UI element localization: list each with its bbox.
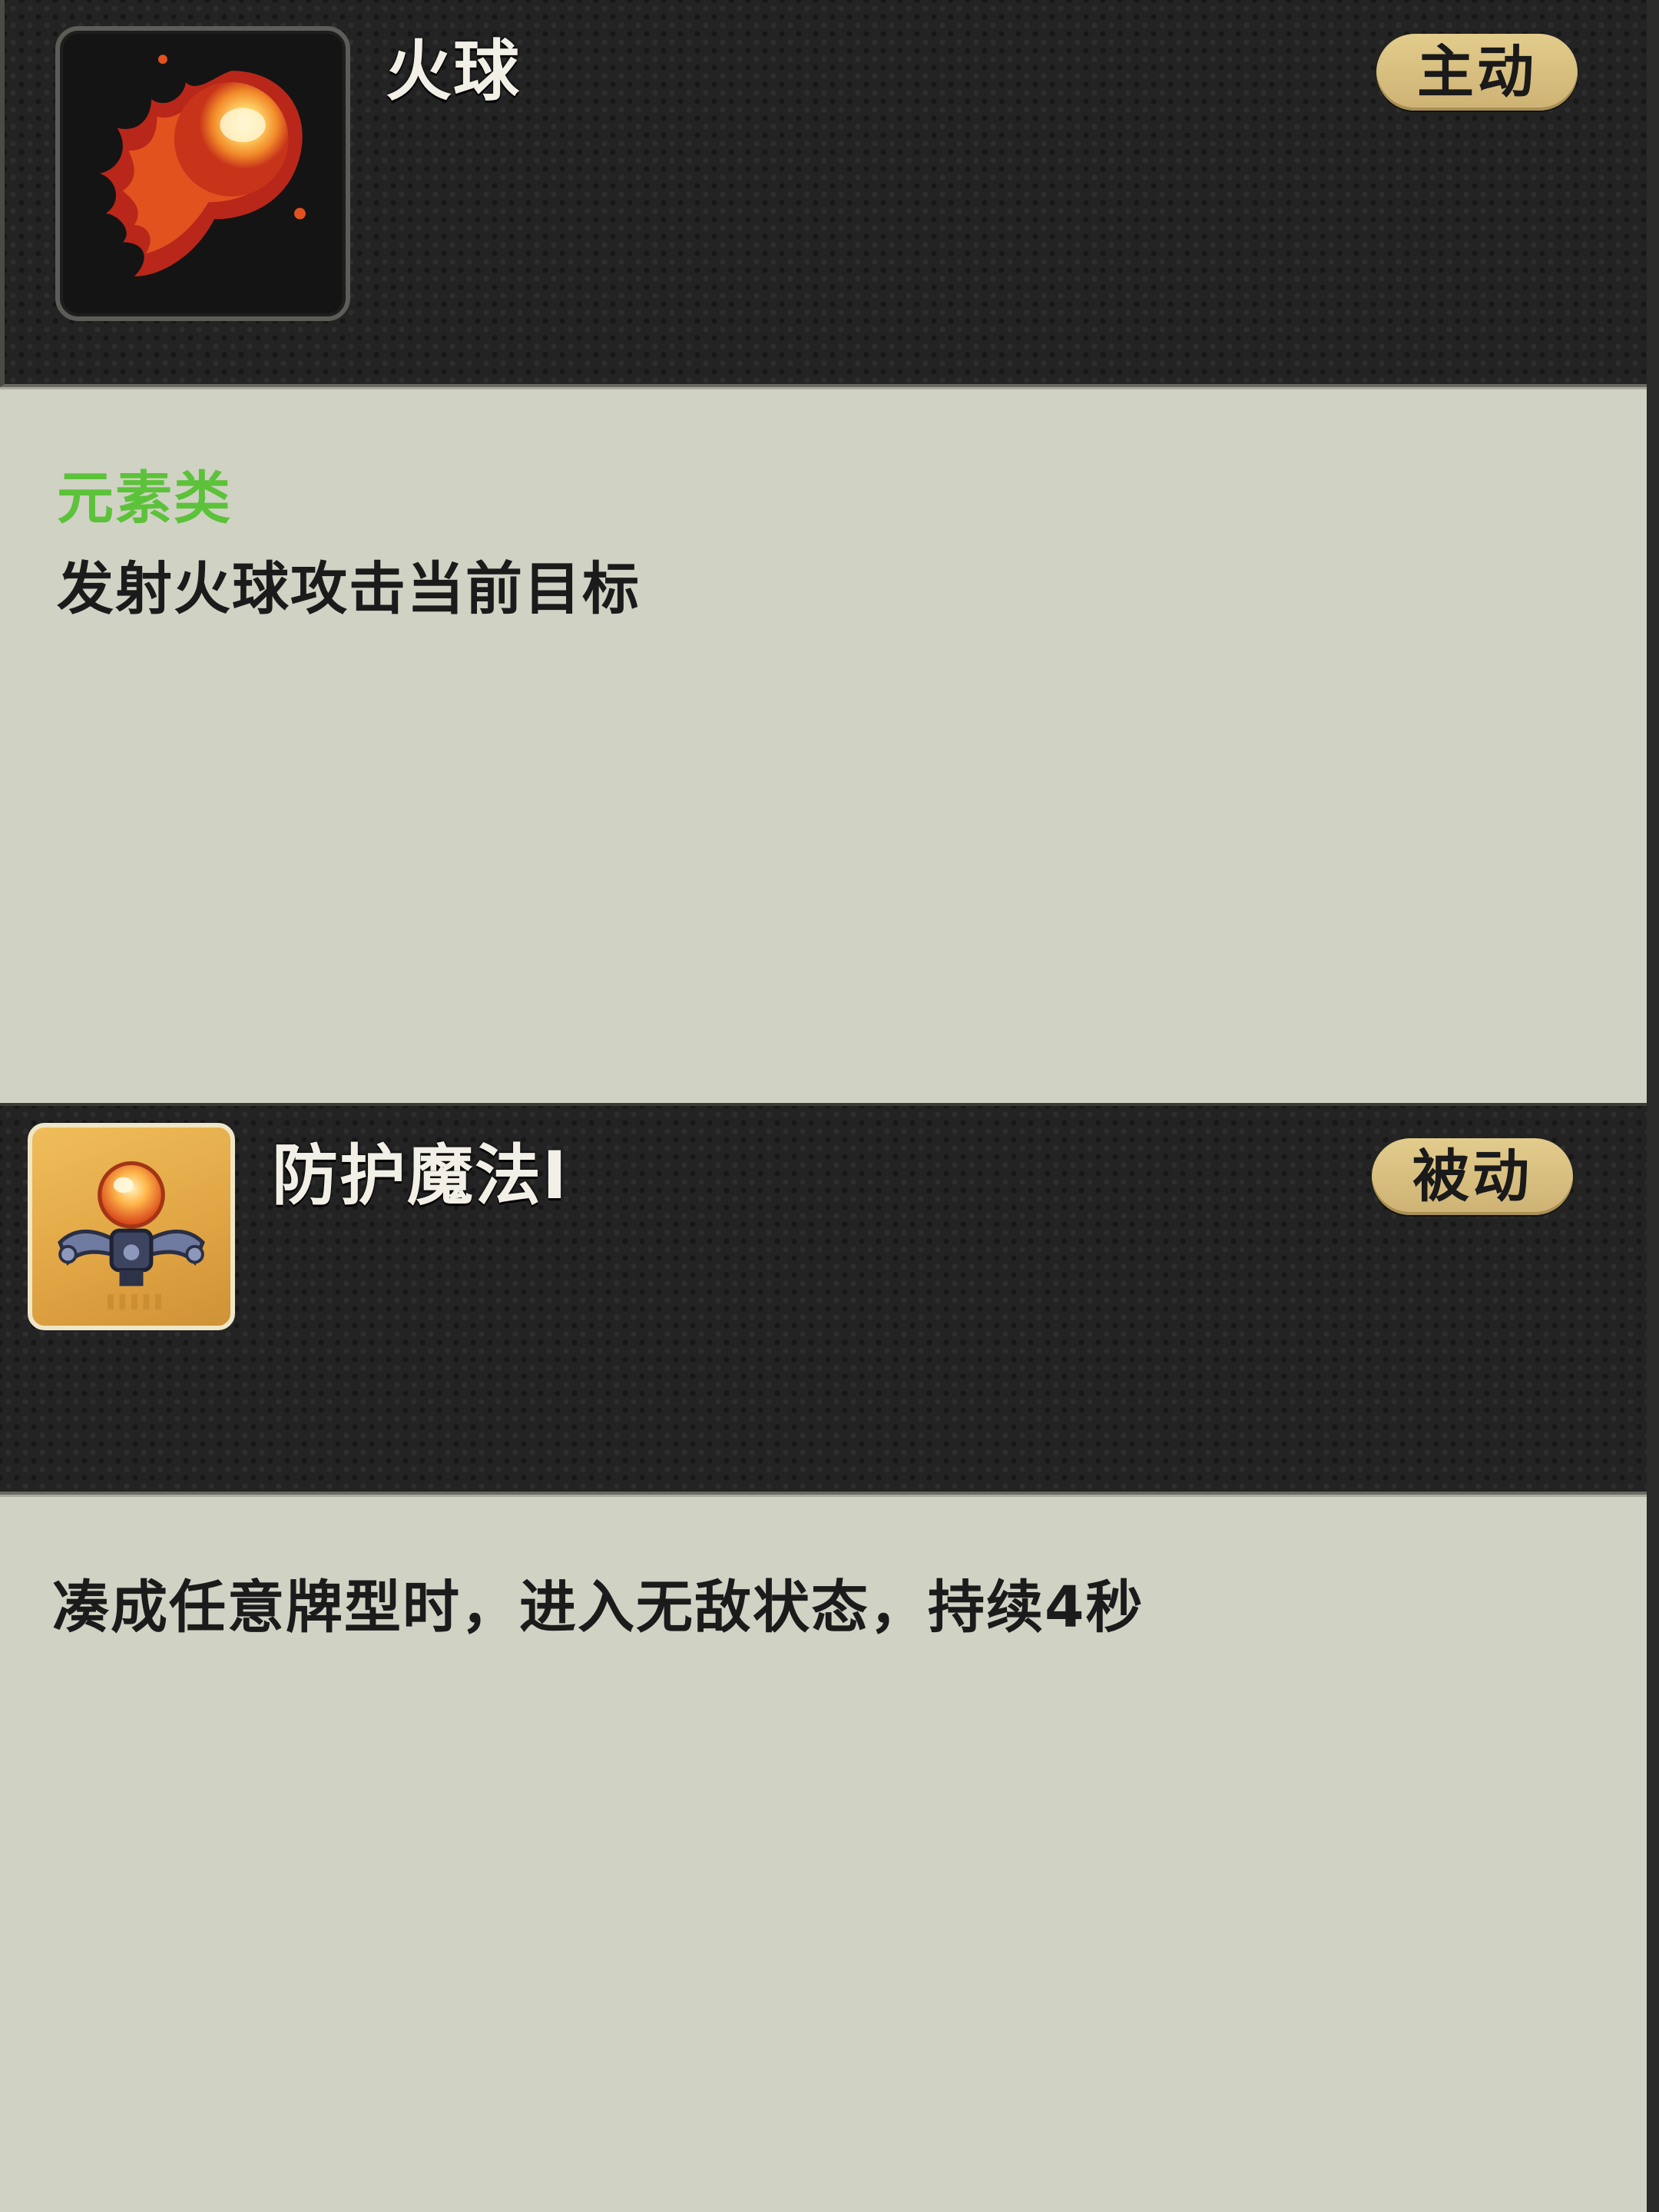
skill-description: 发射火球攻击当前目标 — [57, 556, 641, 622]
skill-header: 防护魔法I 被动 — [0, 1103, 1647, 1495]
skill-name: 防护魔法I — [272, 1137, 568, 1214]
fireball-icon — [100, 55, 306, 276]
shield-orb-icon — [58, 1161, 205, 1310]
skill-icon-frame — [28, 1123, 235, 1330]
skill-name: 火球 — [386, 33, 521, 110]
skill-type-badge: 被动 — [1372, 1138, 1573, 1215]
skill-type-badge: 主动 — [1376, 34, 1578, 111]
skill-card-fireball: 火球 主动 元素类 发射火球攻击当前目标 — [0, 0, 1659, 1103]
skill-icon-frame — [55, 26, 350, 321]
skill-description: 凑成任意牌型时，进入无敌状态，持续4秒 — [52, 1575, 1144, 1641]
skill-header: 火球 主动 — [0, 0, 1651, 387]
skill-category: 元素类 — [57, 465, 232, 531]
card-edge — [1647, 1103, 1659, 2212]
card-edge — [1647, 0, 1659, 1103]
skill-card-protection-magic: 防护魔法I 被动 凑成任意牌型时，进入无敌状态，持续4秒 — [0, 1103, 1659, 2212]
